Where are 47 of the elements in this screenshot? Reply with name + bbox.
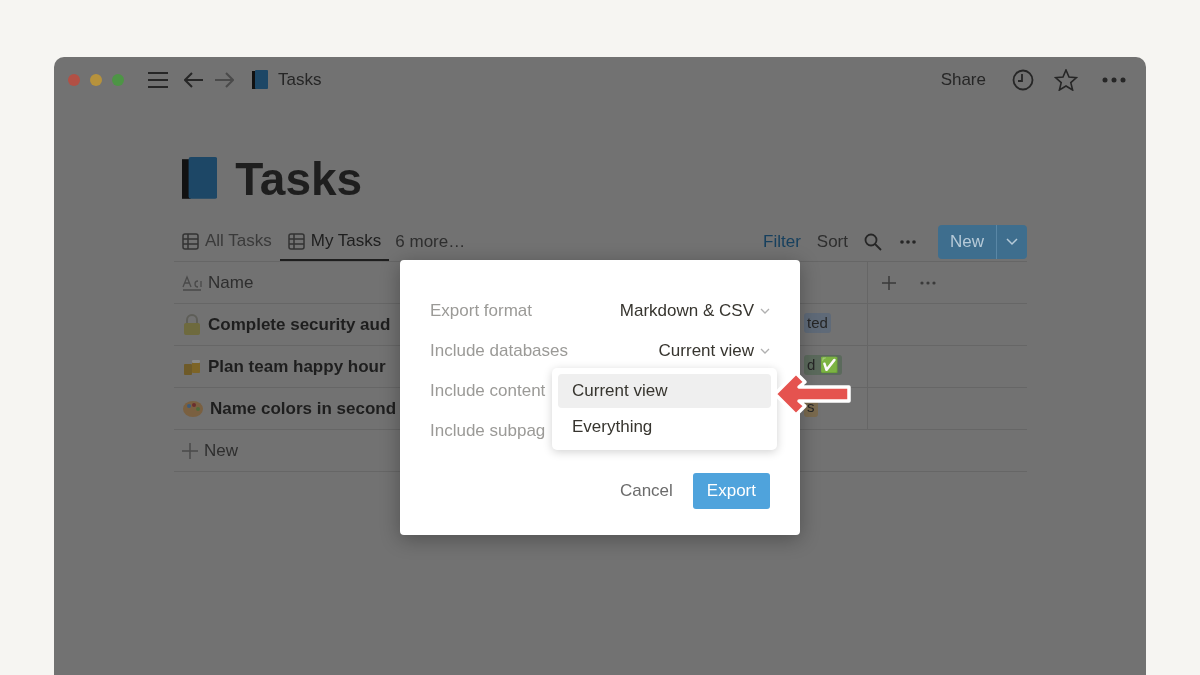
chevron-icon <box>760 347 770 355</box>
task-name[interactable]: Plan team happy hour <box>208 356 386 377</box>
table-icon <box>182 232 199 250</box>
setting-label: Export format <box>430 301 533 321</box>
setting-select[interactable]: Markdown & CSV <box>619 301 770 321</box>
page-title: Tasks <box>235 152 363 206</box>
sort-button[interactable]: Sort <box>810 232 854 252</box>
forward-arrow-icon[interactable] <box>214 72 234 88</box>
menu-icon[interactable] <box>148 72 168 88</box>
export-button[interactable]: Export <box>692 473 770 509</box>
more-icon[interactable] <box>1102 77 1126 83</box>
window-title: Tasks <box>278 70 322 90</box>
star-icon[interactable] <box>1054 69 1078 91</box>
setting-label: Include subpag <box>430 421 546 441</box>
add-icon <box>182 442 198 459</box>
text-property-icon <box>182 274 202 291</box>
chevron-icon <box>760 307 770 315</box>
mugs-icon <box>182 357 202 376</box>
menu-option[interactable]: Everything <box>558 410 771 444</box>
cancel-button[interactable]: Cancel <box>611 473 681 509</box>
add-icon[interactable] <box>882 275 896 290</box>
back-arrow-icon[interactable] <box>184 72 204 88</box>
setting-label: Include databases <box>430 341 568 361</box>
status-tag: d ✅ <box>804 355 842 375</box>
view-tab[interactable]: My Tasks <box>279 223 390 261</box>
more-views-link[interactable]: 6 more… <box>389 232 472 252</box>
status-tag: ted <box>804 313 831 333</box>
new-button[interactable]: New <box>938 225 1027 259</box>
more-icon[interactable] <box>920 280 936 285</box>
table-icon <box>287 232 305 250</box>
padlock-icon <box>182 313 202 336</box>
book-icon <box>252 70 268 90</box>
book-icon <box>182 157 218 201</box>
column-header: Name <box>208 272 254 293</box>
view-tab[interactable]: All Tasks <box>174 223 280 261</box>
clock-icon[interactable] <box>1012 69 1034 91</box>
menu-option[interactable]: Current view <box>558 374 771 408</box>
new-row-button[interactable]: New <box>204 440 238 461</box>
search-icon[interactable] <box>864 233 882 251</box>
task-name[interactable]: Complete security aud <box>208 314 391 335</box>
more-icon[interactable] <box>900 240 916 244</box>
palette-icon <box>182 399 204 418</box>
setting-select[interactable]: Current view <box>658 341 770 361</box>
filter-button[interactable]: Filter <box>757 232 807 252</box>
setting-label: Include content <box>430 381 546 401</box>
task-name[interactable]: Name colors in second <box>210 398 397 419</box>
share-button[interactable]: Share <box>934 70 992 90</box>
